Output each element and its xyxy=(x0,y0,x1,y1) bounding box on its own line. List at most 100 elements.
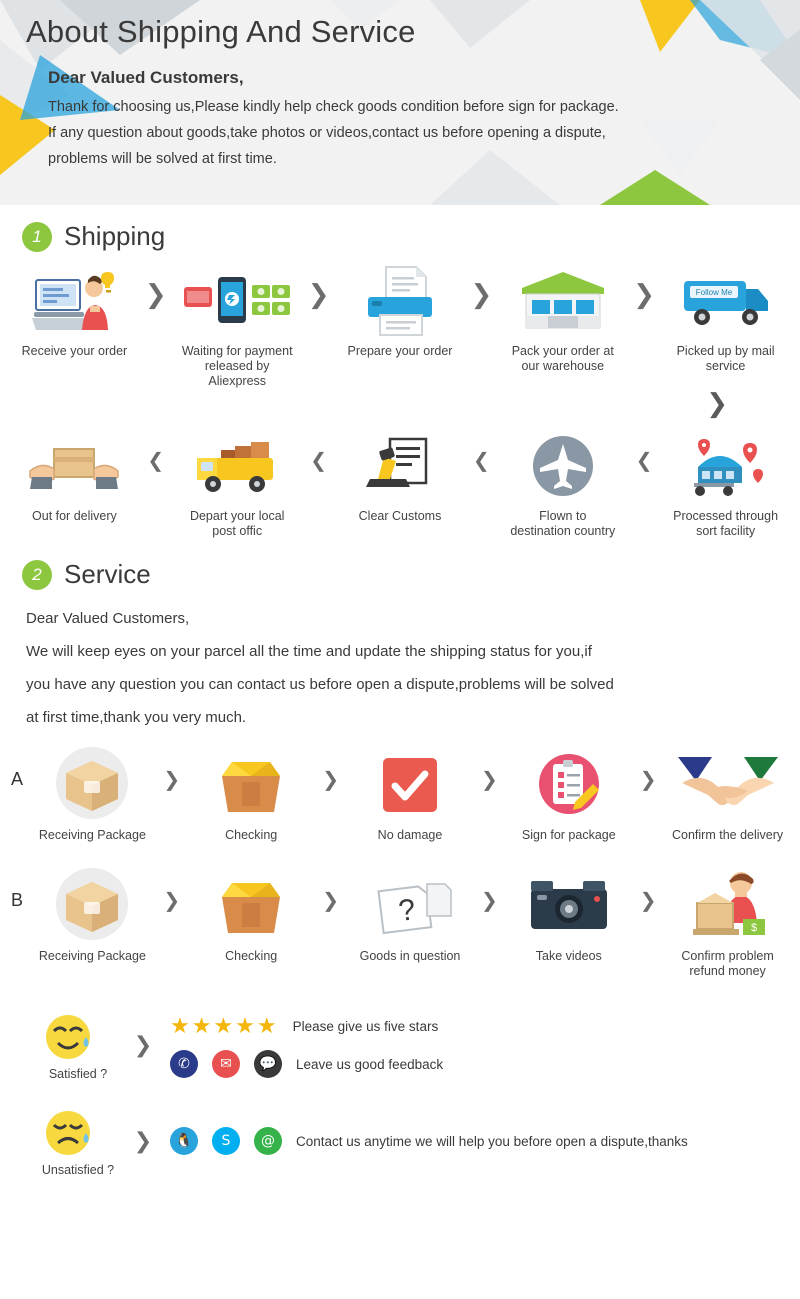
service-paragraph: Dear Valued Customers, We will keep eyes… xyxy=(0,596,800,734)
service-section-title: Service xyxy=(64,559,151,589)
star-rating[interactable]: ★★★★★ xyxy=(170,1014,279,1039)
flow-label: Sign for package xyxy=(521,828,616,842)
flow-item: Out for delivery xyxy=(10,423,139,524)
satisfied-face-block: Satisfied ? xyxy=(40,1009,116,1081)
mail-icon[interactable]: ✉ xyxy=(212,1050,240,1078)
contact-line: 🐧 S @ Contact us anytime we will help yo… xyxy=(170,1124,800,1158)
flow-label: Processed through sort facility xyxy=(673,509,779,538)
chevron-right-icon: ❯ xyxy=(470,280,493,310)
unsatisfied-face-icon xyxy=(46,1111,90,1155)
flow-item: Receiving Package xyxy=(30,863,155,964)
flow-label: Clear Customs xyxy=(358,509,442,523)
service-flow-row-b: B Receiving Package ❯ Checking ❯ ? Goods… xyxy=(0,863,800,979)
flow-item: Checking xyxy=(189,742,314,843)
flow-label: Confirm problem refund money xyxy=(681,949,774,978)
five-stars-line: ★★★★★ Please give us five stars xyxy=(170,1009,800,1043)
flow-label: Checking xyxy=(225,828,278,842)
service-section-head: 2 Service xyxy=(0,539,800,596)
unsatisfied-label: Unsatisfied ? xyxy=(41,1163,115,1177)
flow-item: Processed through sort facility xyxy=(661,423,790,539)
chevron-right-icon: ❯ xyxy=(322,888,339,912)
flow-label: Receiving Package xyxy=(38,828,146,842)
flow-label: Goods in question xyxy=(359,949,461,963)
chevron-right-icon: ❯ xyxy=(633,280,656,310)
satisfied-face-icon xyxy=(46,1015,90,1059)
satisfied-label: Satisfied ? xyxy=(48,1067,108,1081)
flow-item: Sign for package xyxy=(506,742,631,843)
unsatisfied-actions: 🐧 S @ Contact us anytime we will help yo… xyxy=(170,1124,800,1158)
flow-label: Receive your order xyxy=(21,344,128,358)
printer-icon xyxy=(338,264,463,338)
chat-icon[interactable]: 💬 xyxy=(254,1050,282,1078)
service-line-1: We will keep eyes on your parcel all the… xyxy=(26,643,592,660)
flow-label: Picked up by mail service xyxy=(676,344,775,373)
flow-label: Receiving Package xyxy=(38,949,146,963)
chevron-right-icon: ❯ xyxy=(163,888,181,912)
chevron-right-icon: ❯ xyxy=(307,280,330,310)
header-line-3: problems will be solved at first time. xyxy=(48,151,277,167)
skype-icon[interactable]: S xyxy=(212,1127,240,1155)
flow-item: Checking xyxy=(189,863,314,964)
good-feedback-text: Leave us good feedback xyxy=(296,1056,444,1072)
handshake-icon xyxy=(667,748,788,822)
shipping-flow-row-2: Out for delivery ❮ Depart your local pos… xyxy=(0,423,800,539)
customs-stamp-icon xyxy=(338,429,463,503)
chevron-left-icon: ❮ xyxy=(635,448,653,472)
chevron-left-icon: ❮ xyxy=(310,448,327,472)
flow-label: Flown to destination country xyxy=(510,509,616,538)
phone-icon[interactable]: ✆ xyxy=(170,1050,198,1078)
camera-icon xyxy=(508,869,629,943)
flow-label: Take videos xyxy=(535,949,602,963)
question-box-icon: ? xyxy=(350,869,471,943)
feedback-satisfied-row: Satisfied ? ❯ ★★★★★ Please give us five … xyxy=(0,1003,800,1081)
chevron-right-icon: ❯ xyxy=(144,280,167,310)
delivery-hands-icon xyxy=(12,429,137,503)
shipping-section-title: Shipping xyxy=(64,221,166,251)
qq-icon[interactable]: 🐧 xyxy=(170,1127,198,1155)
shipping-flow-row-1: Receive your order ❯ Waiting for payment… xyxy=(0,258,800,389)
shipping-section-head: 1 Shipping xyxy=(0,205,800,258)
airplane-icon xyxy=(500,429,625,503)
flow-label: Checking xyxy=(225,949,278,963)
mail-truck-icon: Follow Me xyxy=(663,264,788,338)
row-b-tag: B xyxy=(10,890,23,910)
flow-item: Confirm the delivery xyxy=(665,742,790,843)
page-header: About Shipping And Service Dear Valued C… xyxy=(0,0,800,205)
desk-computer-icon xyxy=(12,264,137,338)
five-stars-text: Please give us five stars xyxy=(292,1018,439,1034)
phone-money-icon xyxy=(175,264,300,338)
flow-label: Out for delivery xyxy=(32,509,117,523)
flow-item: Pack your order at our warehouse xyxy=(498,258,627,374)
unsatisfied-face-block: Unsatisfied ? xyxy=(40,1105,116,1177)
refund-person-icon: $ xyxy=(667,869,788,943)
chevron-left-icon: ❮ xyxy=(473,448,490,472)
service-greeting: Dear Valued Customers, xyxy=(26,610,190,627)
flow-item: Receive your order xyxy=(10,258,139,359)
page-title: About Shipping And Service xyxy=(26,14,416,49)
flow-item: No damage xyxy=(348,742,473,843)
chevron-right-icon: ❯ xyxy=(163,767,181,791)
row-a-tag: A xyxy=(10,769,23,789)
header-line-2: If any question about goods,take photos … xyxy=(48,125,606,141)
feedback-unsatisfied-row: Unsatisfied ? ❯ 🐧 S @ Contact us anytime… xyxy=(0,1099,800,1177)
check-square-icon xyxy=(350,748,471,822)
email-at-icon[interactable]: @ xyxy=(254,1127,282,1155)
header-subtitle: Dear Valued Customers, xyxy=(48,68,244,87)
post-truck-icon xyxy=(175,429,300,503)
flow-item: ? Goods in question xyxy=(348,863,473,964)
flow-item: Flown to destination country xyxy=(498,423,627,539)
sign-clipboard-icon xyxy=(508,748,629,822)
flow-item: Depart your local post offic xyxy=(173,423,302,539)
chevron-right-icon: ❯ xyxy=(133,1032,153,1058)
flow-item: Clear Customs xyxy=(336,423,465,524)
chevron-right-icon: ❯ xyxy=(639,888,657,912)
chevron-right-icon: ❯ xyxy=(133,1128,153,1154)
flow-item: Receiving Package xyxy=(30,742,155,843)
flow-label: No damage xyxy=(377,828,443,842)
flow-item: $ Confirm problem refund money xyxy=(665,863,790,979)
chevron-right-icon: ❯ xyxy=(481,767,498,791)
satisfied-actions: ★★★★★ Please give us five stars ✆ ✉ 💬 Le… xyxy=(170,1009,800,1081)
chevron-right-icon: ❯ xyxy=(481,888,498,912)
flow-item: Follow Me Picked up by mail service xyxy=(661,258,790,374)
open-box-icon xyxy=(191,748,312,822)
